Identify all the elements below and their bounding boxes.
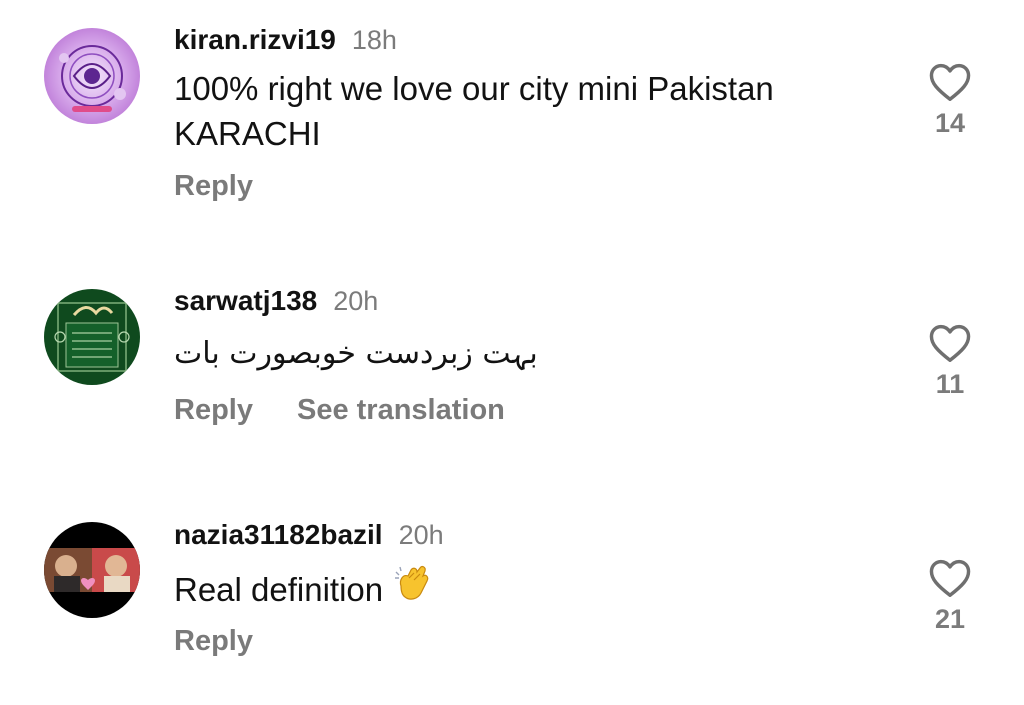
see-translation-button[interactable]: See translation	[297, 394, 505, 427]
heart-outline-icon[interactable]	[928, 323, 972, 363]
like-count: 14	[934, 108, 966, 138]
avatar[interactable]	[44, 289, 140, 385]
avatar[interactable]	[44, 28, 140, 124]
like-count: 21	[934, 604, 966, 634]
heart-outline-icon[interactable]	[928, 558, 972, 598]
comment-timestamp: 20h	[333, 286, 379, 316]
avatar[interactable]	[44, 522, 140, 618]
comment-text: Real definition	[174, 564, 894, 617]
comment-text-content: Real definition	[174, 571, 384, 608]
reply-button[interactable]: Reply	[174, 170, 253, 203]
comment-text-line: KARACHI	[174, 115, 321, 152]
comment-timestamp: 18h	[351, 25, 397, 55]
comment-text: بہت زبردست خوبصورت بات	[174, 336, 538, 371]
heart-outline-icon[interactable]	[928, 62, 972, 102]
clapping-hands-icon	[393, 564, 433, 613]
comment-username[interactable]: sarwatj138	[174, 285, 317, 317]
like-count: 11	[935, 369, 965, 399]
like-control: 21	[920, 558, 980, 635]
like-control: 11	[920, 323, 980, 400]
like-control: 14	[920, 62, 980, 139]
comment-username[interactable]: kiran.rizvi19	[174, 24, 336, 56]
comment-text: 100% right we love our city mini Pakista…	[174, 66, 894, 156]
comment-username[interactable]: nazia31182bazil	[174, 519, 383, 551]
reply-button[interactable]: Reply	[174, 394, 253, 427]
reply-button[interactable]: Reply	[174, 625, 253, 658]
comment-text-line: 100% right we love our city mini Pakista…	[174, 70, 774, 107]
comment-timestamp: 20h	[398, 520, 444, 550]
